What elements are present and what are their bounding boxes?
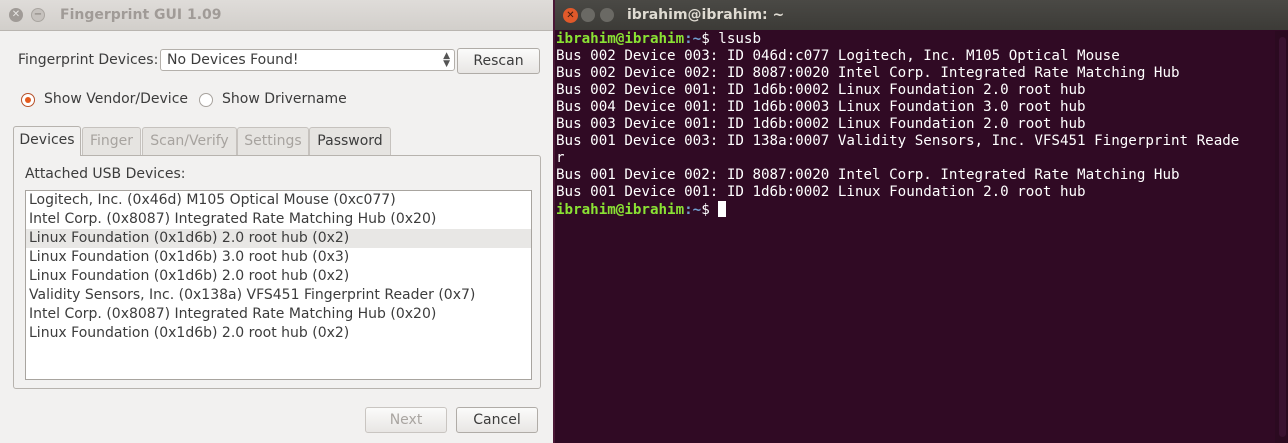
window-content: Fingerprint Devices: No Devices Found! ▲… xyxy=(0,31,553,443)
scrollbar-thumb[interactable] xyxy=(1279,37,1286,437)
output-line: Bus 002 Device 002: ID 8087:0020 Intel C… xyxy=(556,65,1180,81)
output-line: Bus 001 Device 003: ID 138a:0007 Validit… xyxy=(556,133,1240,149)
tab-scan-verify[interactable]: Scan/Verify xyxy=(142,127,237,155)
output-line: Bus 002 Device 003: ID 046d:c077 Logitec… xyxy=(556,48,1120,64)
window-titlebar[interactable]: ✕ − Fingerprint GUI 1.09 xyxy=(0,0,553,31)
device-select-value: No Devices Found! xyxy=(167,52,299,68)
close-icon[interactable]: ✕ xyxy=(563,8,578,23)
show-drivername-label[interactable]: Show Drivername xyxy=(222,91,347,107)
output-line: Bus 001 Device 001: ID 1d6b:0002 Linux F… xyxy=(556,184,1086,200)
fingerprint-devices-label: Fingerprint Devices: xyxy=(18,52,159,68)
command-text: $ lsusb xyxy=(701,31,762,47)
command-line: ibrahim@ibrahim:~$ lsusb xyxy=(556,31,1274,48)
prompt-path: :~ xyxy=(684,202,702,218)
list-item-selected[interactable]: Linux Foundation (0x1d6b) 2.0 root hub (… xyxy=(26,229,531,248)
list-item[interactable]: Intel Corp. (0x8087) Integrated Rate Mat… xyxy=(26,210,531,229)
list-item[interactable]: Intel Corp. (0x8087) Integrated Rate Mat… xyxy=(26,305,531,324)
output-line: Bus 002 Device 001: ID 1d6b:0002 Linux F… xyxy=(556,82,1086,98)
attached-usb-devices-label: Attached USB Devices: xyxy=(25,166,186,182)
updown-arrows-icon: ▲ ▼ xyxy=(443,51,450,69)
prompt-line: ibrahim@ibrahim:~$ xyxy=(556,201,1274,218)
tab-finger[interactable]: Finger xyxy=(82,127,141,155)
prompt-symbol: $ xyxy=(701,202,719,218)
minimize-icon[interactable] xyxy=(581,8,595,22)
output-line: Bus 003 Device 001: ID 1d6b:0002 Linux F… xyxy=(556,116,1086,132)
list-item[interactable]: Linux Foundation (0x1d6b) 2.0 root hub (… xyxy=(26,324,531,343)
list-item[interactable]: Linux Foundation (0x1d6b) 3.0 root hub (… xyxy=(26,248,531,267)
terminal-title: ibrahim@ibrahim: ~ xyxy=(627,7,785,23)
minimize-icon[interactable]: − xyxy=(31,8,45,22)
prompt-user: ibrahim@ibrahim xyxy=(556,31,685,47)
fingerprint-gui-window: ✕ − Fingerprint GUI 1.09 Fingerprint Dev… xyxy=(0,0,553,443)
terminal-scrollbar[interactable] xyxy=(1275,31,1288,443)
window-title: Fingerprint GUI 1.09 xyxy=(60,7,222,23)
close-icon[interactable]: ✕ xyxy=(9,8,23,22)
tab-devices[interactable]: Devices xyxy=(13,126,81,156)
terminal-window: ✕ ibrahim@ibrahim: ~ ibrahim@ibrahim:~$ … xyxy=(555,0,1288,443)
devices-tab-panel: Attached USB Devices: Logitech, Inc. (0x… xyxy=(13,155,541,389)
tab-settings[interactable]: Settings xyxy=(237,127,309,155)
next-button[interactable]: Next xyxy=(365,407,447,433)
show-vendor-device-label[interactable]: Show Vendor/Device xyxy=(44,91,188,107)
output-line: r xyxy=(556,150,565,166)
device-select[interactable]: No Devices Found! ▲ ▼ xyxy=(160,49,455,71)
show-drivername-radio[interactable] xyxy=(199,93,213,107)
list-item[interactable]: Validity Sensors, Inc. (0x138a) VFS451 F… xyxy=(26,286,531,305)
cancel-button[interactable]: Cancel xyxy=(456,407,538,433)
tab-password[interactable]: Password xyxy=(309,127,391,155)
rescan-button[interactable]: Rescan xyxy=(457,48,540,74)
output-line: Bus 001 Device 002: ID 8087:0020 Intel C… xyxy=(556,167,1180,183)
terminal-titlebar[interactable]: ✕ ibrahim@ibrahim: ~ xyxy=(555,0,1288,30)
prompt-path: :~ xyxy=(684,31,702,47)
list-item[interactable]: Linux Foundation (0x1d6b) 2.0 root hub (… xyxy=(26,267,531,286)
output-line: Bus 004 Device 001: ID 1d6b:0003 Linux F… xyxy=(556,99,1086,115)
text-cursor xyxy=(718,201,727,217)
maximize-icon[interactable] xyxy=(600,8,614,22)
list-item[interactable]: Logitech, Inc. (0x46d) M105 Optical Mous… xyxy=(26,191,531,210)
prompt-user: ibrahim@ibrahim xyxy=(556,202,685,218)
show-vendor-device-radio[interactable] xyxy=(21,93,35,107)
terminal-output[interactable]: ibrahim@ibrahim:~$ lsusb Bus 002 Device … xyxy=(556,31,1274,441)
usb-device-list[interactable]: Logitech, Inc. (0x46d) M105 Optical Mous… xyxy=(25,190,532,380)
